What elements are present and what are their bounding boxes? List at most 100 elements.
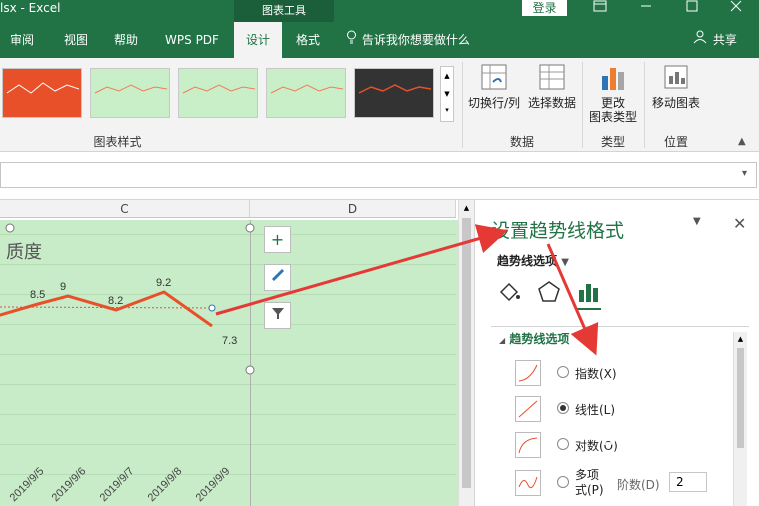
data-label: 9.2 — [156, 277, 171, 289]
tab-design[interactable]: 设计 — [234, 22, 282, 58]
x-tick-label: 2019/9/8 — [146, 465, 185, 504]
tab-wps-pdf[interactable]: WPS PDF — [156, 22, 228, 58]
column-header-d[interactable]: D — [250, 200, 456, 218]
exponential-trend-icon — [515, 360, 541, 386]
bar-chart-icon — [598, 62, 628, 92]
data-group-label: 数据 — [509, 135, 534, 149]
resize-handle — [5, 223, 15, 233]
ribbon-panel: ▲ ▼ ▾ 图表样式 切换行/列 选择数据 数据 更改 图表类型 类型 移动图表… — [0, 58, 759, 152]
change-chart-type-button[interactable]: 更改 图表类型 — [585, 62, 641, 124]
lightbulb-icon — [346, 22, 358, 58]
ribbon-divider — [582, 62, 583, 148]
move-chart-button[interactable]: 移动图表 — [648, 62, 704, 110]
trendline-options-tab[interactable] — [577, 280, 601, 307]
chart-style-scroll[interactable]: ▲ ▼ ▾ — [440, 66, 454, 122]
scroll-up-icon[interactable]: ▲ — [459, 200, 474, 216]
ribbon-divider — [462, 62, 463, 148]
tell-me-label: 告诉我你想要做什么 — [361, 33, 470, 47]
x-tick-label: 2019/9/5 — [8, 465, 47, 504]
trendline-handle — [208, 304, 216, 312]
data-label: 9 — [60, 281, 66, 293]
tab-review[interactable]: 审阅 — [0, 22, 44, 58]
scrollbar-thumb[interactable] — [737, 348, 744, 448]
trendline-options-dropdown[interactable]: 趋势线选项 ▼ — [497, 252, 569, 269]
tab-view[interactable]: 视图 — [56, 22, 96, 58]
option-label: 指数(X) — [575, 367, 617, 381]
chart-style-thumb-4[interactable] — [266, 68, 346, 118]
pane-options-icon[interactable]: ▼ — [693, 216, 701, 227]
share-label: 共享 — [712, 33, 737, 47]
person-icon — [693, 22, 709, 58]
scrollbar-thumb[interactable] — [462, 218, 471, 488]
switch-row-column-button[interactable]: 切换行/列 — [466, 62, 522, 110]
tab-format[interactable]: 格式 — [286, 22, 330, 58]
collapse-ribbon-icon[interactable]: ▲ — [738, 136, 746, 147]
option-label: 线性(L) — [575, 403, 616, 417]
order-stepper[interactable]: 2 — [669, 472, 707, 492]
chart-styles-button[interactable] — [264, 264, 291, 291]
location-group-label: 位置 — [663, 135, 688, 149]
radio-linear[interactable] — [557, 402, 569, 414]
logarithmic-trend-icon — [515, 432, 541, 458]
tab-help[interactable]: 帮助 — [106, 22, 146, 58]
close-icon[interactable]: ✕ — [733, 214, 746, 233]
move-chart-icon — [661, 62, 691, 92]
option-label: 多项式(P) — [575, 468, 604, 497]
chart-style-thumb-1[interactable] — [2, 68, 82, 118]
paint-bucket-icon — [497, 282, 521, 307]
pane-title: 设置趋势线格式 — [491, 220, 625, 242]
chart-style-thumb-2[interactable] — [90, 68, 170, 118]
chart-style-thumb-3[interactable] — [178, 68, 258, 118]
x-tick-label: 2019/9/6 — [50, 465, 89, 504]
formula-bar: ▾ — [0, 152, 759, 200]
scroll-up-icon[interactable]: ▲ — [441, 67, 453, 85]
more-styles-icon[interactable]: ▾ — [441, 103, 453, 117]
data-label: 8.2 — [108, 295, 123, 307]
formula-input[interactable] — [0, 162, 757, 188]
radio-logarithmic[interactable] — [557, 438, 569, 450]
radio-exponential[interactable] — [557, 366, 569, 378]
data-label: 7.3 — [222, 335, 237, 347]
scroll-up-icon[interactable]: ▲ — [734, 332, 747, 346]
trendline-options-dropdown-label: 趋势线选项 — [497, 254, 558, 268]
chart-styles-group-label: 图表样式 — [93, 135, 142, 149]
trendline-options-section[interactable]: ◢ 趋势线选项 — [499, 330, 569, 347]
pane-vertical-scrollbar[interactable]: ▲ — [733, 332, 747, 506]
select-data-button[interactable]: 选择数据 — [526, 62, 578, 110]
chart-elements-button[interactable]: + — [264, 226, 291, 253]
worksheet-area: C D 质度 8.5 9 8.2 9.2 7.3 2019/9/5 2019/9/6 2019… — [0, 200, 474, 506]
minimize-icon[interactable] — [623, 0, 669, 22]
active-tab-indicator — [577, 308, 601, 310]
share-button[interactable]: 共享 — [693, 22, 737, 58]
radio-polynomial[interactable] — [557, 476, 569, 488]
x-tick-label: 2019/9/9 — [194, 465, 233, 504]
x-tick-label: 2019/9/7 — [98, 465, 137, 504]
tell-me-box[interactable]: 告诉我你想要做什么 — [346, 22, 470, 58]
chart-style-thumb-5[interactable] — [354, 68, 434, 118]
change-chart-type-label-2: 图表类型 — [588, 110, 637, 124]
order-value: 2 — [676, 475, 684, 489]
scroll-down-icon[interactable]: ▼ — [441, 85, 453, 103]
chart-area[interactable]: 质度 8.5 9 8.2 9.2 7.3 2019/9/5 2019/9/6 2019/9/7… — [0, 220, 474, 506]
restore-ribbon-icon[interactable] — [577, 0, 623, 22]
close-icon[interactable] — [713, 0, 759, 22]
chart-plot: 8.598.29.27.32019/9/5 2019/9/6 2019/9/7 201… — [0, 223, 255, 504]
chart-filters-button[interactable] — [264, 302, 291, 329]
filter-icon — [270, 306, 286, 325]
move-chart-label: 移动图表 — [651, 96, 700, 110]
effects-tab[interactable] — [537, 280, 561, 307]
format-trendline-pane: 设置趋势线格式 ▼ ✕ 趋势线选项 ▼ ◢ 趋势线选项 指数(X) 线性(L) … — [474, 200, 759, 506]
change-chart-type-label-1: 更改 — [600, 96, 625, 110]
expand-formula-icon[interactable]: ▾ — [742, 168, 747, 179]
linear-trend-icon — [515, 396, 541, 422]
sheet-vertical-scrollbar[interactable]: ▲ — [458, 200, 474, 506]
login-button[interactable]: 登录 — [522, 0, 567, 16]
section-label: 趋势线选项 — [509, 332, 570, 346]
ribbon-divider — [644, 62, 645, 148]
polynomial-trend-icon — [515, 470, 541, 496]
window-title: lsx - Excel — [0, 1, 61, 15]
maximize-icon[interactable] — [669, 0, 715, 22]
pentagon-icon — [537, 281, 561, 307]
fill-line-tab[interactable] — [497, 280, 521, 307]
column-header-c[interactable]: C — [0, 200, 250, 218]
